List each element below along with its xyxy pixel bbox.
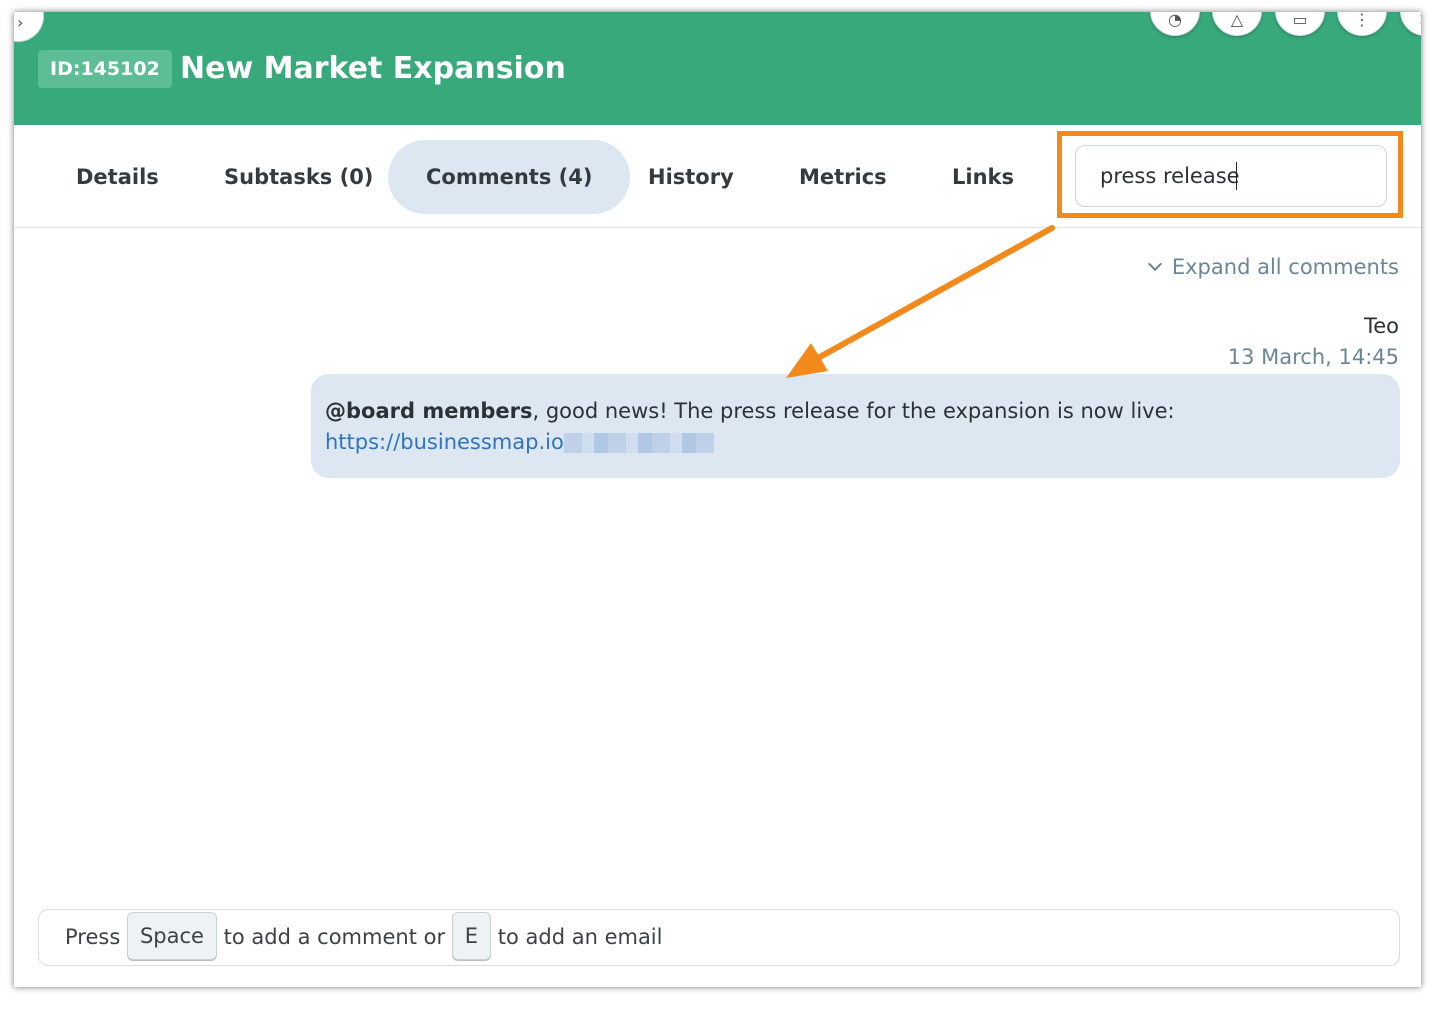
comment-composer[interactable]: Press Space to add a comment or E to add… bbox=[38, 909, 1400, 966]
tab-details[interactable]: Details bbox=[38, 140, 197, 214]
expand-all-label: Expand all comments bbox=[1171, 255, 1399, 279]
tab-metrics[interactable]: Metrics bbox=[761, 140, 925, 214]
comment-search-input[interactable] bbox=[1075, 145, 1387, 207]
card-details-window: › ID:145102 New Market Expansion ◔ △ ▭ ⋮… bbox=[14, 12, 1421, 987]
redacted-url-blur bbox=[563, 433, 714, 453]
comment-mention[interactable]: @board members bbox=[325, 399, 532, 423]
space-key-hint: Space bbox=[126, 912, 217, 960]
tab-comments[interactable]: Comments (4) bbox=[388, 140, 631, 214]
layout-icon[interactable]: ▭ bbox=[1275, 12, 1325, 36]
more-icon[interactable]: ⋮ bbox=[1337, 12, 1387, 36]
comment-author: Teo bbox=[1363, 314, 1399, 338]
tab-history[interactable]: History bbox=[610, 140, 772, 214]
expand-all-comments-button[interactable]: Expand all comments bbox=[1147, 255, 1399, 279]
palette-icon[interactable]: ◔ bbox=[1150, 12, 1200, 36]
card-header: › ID:145102 New Market Expansion ◔ △ ▭ ⋮… bbox=[14, 12, 1421, 125]
composer-suffix: to add an email bbox=[497, 925, 663, 949]
composer-middle: to add a comment or bbox=[223, 925, 446, 949]
text-caret bbox=[1236, 162, 1237, 190]
composer-prefix: Press bbox=[65, 925, 121, 949]
tab-subtasks[interactable]: Subtasks (0) bbox=[186, 140, 411, 214]
comment-link[interactable]: https://businessmap.io bbox=[325, 430, 564, 454]
card-title[interactable]: New Market Expansion bbox=[180, 48, 566, 90]
comment-text: , good news! The press release for the e… bbox=[532, 399, 1175, 423]
chevron-down-icon bbox=[1147, 256, 1162, 272]
back-button[interactable]: › bbox=[14, 12, 44, 42]
comment-bubble: @board members, good news! The press rel… bbox=[311, 374, 1400, 478]
back-arrow-icon: › bbox=[17, 13, 24, 32]
comment-timestamp: 13 March, 14:45 bbox=[1227, 345, 1399, 369]
alert-icon[interactable]: △ bbox=[1212, 12, 1262, 36]
e-key-hint: E bbox=[451, 912, 492, 960]
card-id-badge[interactable]: ID:145102 bbox=[38, 50, 172, 88]
tab-links[interactable]: Links bbox=[914, 140, 1052, 214]
close-icon[interactable]: ✕ bbox=[1400, 12, 1421, 36]
